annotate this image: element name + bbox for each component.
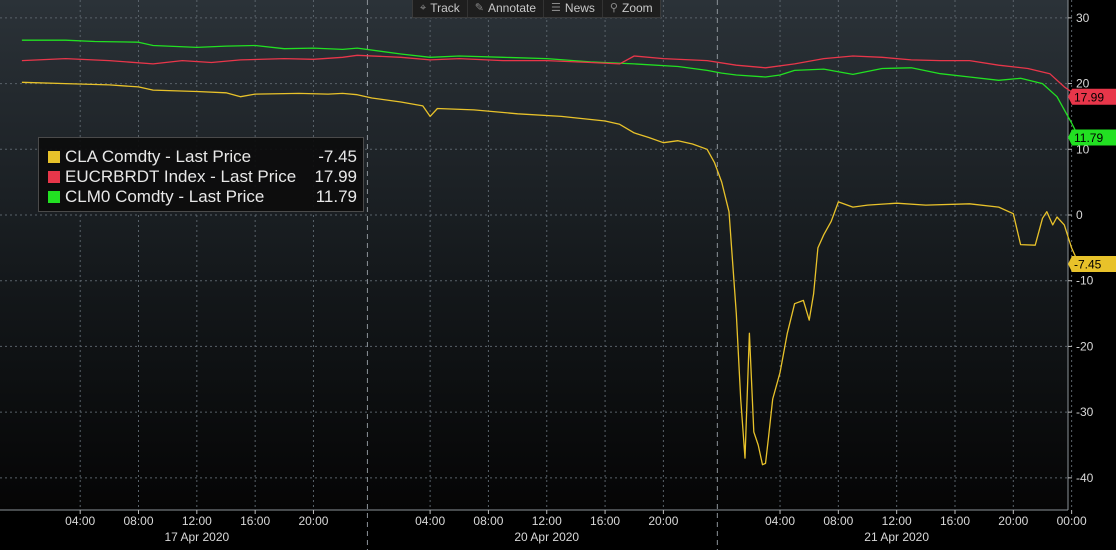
magnifier-icon: ⚲ <box>609 2 618 14</box>
zoom-button[interactable]: ⚲ Zoom <box>603 0 660 17</box>
annotate-button[interactable]: ✎ Annotate <box>468 0 545 17</box>
last-value-tag-label: -7.45 <box>1074 257 1102 271</box>
legend-item-clm0[interactable]: CLM0 Comdty - Last Price 11.79 <box>48 187 363 207</box>
x-tick-label: 20:00 <box>648 514 678 528</box>
x-tick-label: 16:00 <box>940 514 970 528</box>
y-tick-label: 30 <box>1076 11 1090 25</box>
x-tick-label: 16:00 <box>240 514 270 528</box>
legend-name-cla: CLA Comdty - Last Price <box>65 147 252 166</box>
legend-item-cla[interactable]: CLA Comdty - Last Price -7.45 <box>48 147 363 167</box>
track-label: Track <box>430 1 460 15</box>
legend-swatch-cla <box>48 151 60 163</box>
pencil-icon: ✎ <box>474 2 484 14</box>
chart-legend[interactable]: CLA Comdty - Last Price -7.45 EUCRBRDT I… <box>38 137 364 212</box>
x-tick-label: 20:00 <box>998 514 1028 528</box>
legend-swatch-eucrbrdt <box>48 171 60 183</box>
crosshair-icon: ⌖ <box>420 2 427 14</box>
legend-name-clm0: CLM0 Comdty - Last Price <box>65 187 265 206</box>
day-label: 20 Apr 2020 <box>514 530 579 544</box>
last-value-tag-label: 17.99 <box>1074 90 1104 104</box>
y-tick-label: 20 <box>1076 77 1090 91</box>
x-tick-label: 12:00 <box>882 514 912 528</box>
x-tick-label: 04:00 <box>765 514 795 528</box>
legend-swatch-clm0 <box>48 191 60 203</box>
y-tick-label: -30 <box>1076 405 1094 419</box>
zoom-label: Zoom <box>621 1 653 15</box>
news-button[interactable]: ☰ News <box>544 0 603 17</box>
plot-background <box>0 0 1068 510</box>
x-tick-label: 12:00 <box>532 514 562 528</box>
last-value-tag-label: 11.79 <box>1074 131 1103 145</box>
x-tick-label: 12:00 <box>182 514 212 528</box>
legend-value-cla: -7.45 <box>318 147 357 166</box>
x-tick-label: 20:00 <box>298 514 328 528</box>
y-tick-label: -10 <box>1076 274 1094 288</box>
x-tick-label: 16:00 <box>590 514 620 528</box>
y-tick-label: -20 <box>1076 339 1094 353</box>
x-tick-label: 08:00 <box>123 514 153 528</box>
last-value-tag-2: -7.45 <box>1068 255 1116 272</box>
legend-name-eucrbrdt: EUCRBRDT Index - Last Price <box>65 167 297 186</box>
legend-value-eucrbrdt: 17.99 <box>314 167 357 186</box>
chart-toolbar: ⌖ Track ✎ Annotate ☰ News ⚲ Zoom <box>412 0 661 18</box>
annotate-label: Annotate <box>487 1 537 15</box>
last-value-tag-0: 17.99 <box>1068 88 1116 105</box>
x-tick-label: 04:00 <box>65 514 95 528</box>
x-tick-label: 08:00 <box>823 514 853 528</box>
x-tick-label: 00:00 <box>1057 514 1087 528</box>
day-label: 21 Apr 2020 <box>864 530 929 544</box>
x-tick-label: 08:00 <box>473 514 503 528</box>
price-chart[interactable]: -40-30-20-100102030 04:00 08:00 12:00 16:00… <box>0 0 1116 550</box>
legend-value-clm0: 11.79 <box>315 187 357 206</box>
news-label: News <box>564 1 595 15</box>
track-button[interactable]: ⌖ Track <box>413 0 468 17</box>
y-tick-label: 0 <box>1076 208 1083 222</box>
day-label: 17 Apr 2020 <box>164 530 229 544</box>
y-tick-label: -40 <box>1076 471 1094 485</box>
x-tick-label: 04:00 <box>415 514 445 528</box>
last-value-tag-1: 11.79 <box>1068 129 1116 146</box>
legend-item-eucrbrdt[interactable]: EUCRBRDT Index - Last Price 17.99 <box>48 167 363 187</box>
news-icon: ☰ <box>551 2 561 14</box>
